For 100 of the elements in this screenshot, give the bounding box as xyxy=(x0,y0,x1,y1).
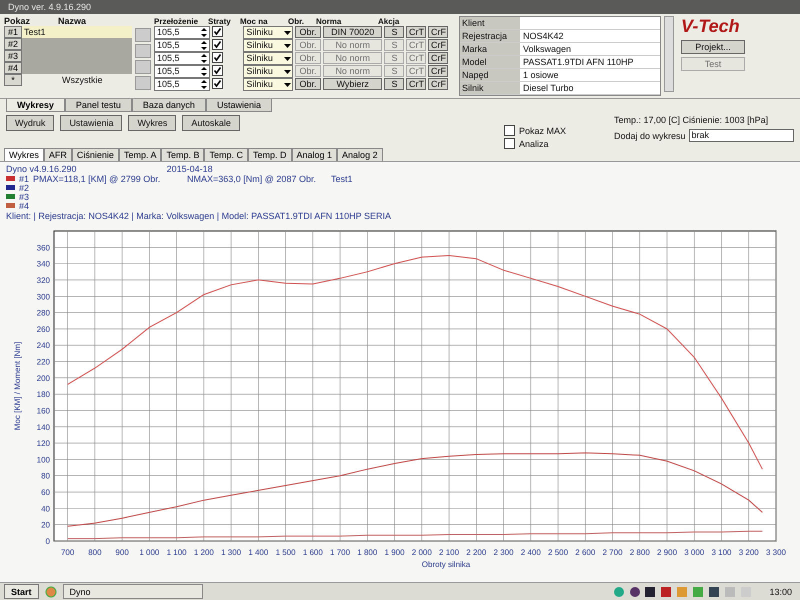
rpm-button[interactable]: Obr. xyxy=(295,52,321,64)
field-value[interactable]: NOS4K42 xyxy=(520,30,660,42)
action-button[interactable]: CrT xyxy=(406,78,426,90)
chart-tab[interactable]: Analog 1 xyxy=(292,148,338,161)
action-button[interactable]: S xyxy=(384,39,404,51)
power-at-dropdown[interactable]: Silniku xyxy=(243,78,294,90)
toolbar-button[interactable]: Autoskale xyxy=(182,115,240,131)
test-number-button[interactable]: #3 xyxy=(4,50,22,62)
legend-label: #4 xyxy=(19,200,30,210)
x-tick-label: 2 700 xyxy=(602,548,623,557)
main-tab[interactable]: Baza danych xyxy=(132,99,206,112)
x-tick-label: 3 000 xyxy=(684,548,704,557)
action-button[interactable]: CrF xyxy=(428,39,448,51)
chart-tab[interactable]: Ciśnienie xyxy=(72,148,119,161)
norm-button[interactable]: No norm xyxy=(322,39,382,51)
rpm-button[interactable]: Obr. xyxy=(295,39,321,51)
main-tab[interactable]: Panel testu xyxy=(64,99,132,112)
losses-checkbox[interactable] xyxy=(212,78,223,89)
field-value[interactable]: Diesel Turbo xyxy=(520,82,660,94)
x-tick-label: 1 200 xyxy=(194,548,214,557)
add-to-chart-field[interactable]: brak xyxy=(688,129,794,142)
chart-tab[interactable]: Wykres xyxy=(4,148,44,161)
field-label: Napęd xyxy=(460,69,520,81)
x-tick-label: 1 000 xyxy=(139,548,160,557)
action-button[interactable]: CrF xyxy=(428,78,448,90)
x-tick-label: 1 100 xyxy=(166,548,187,557)
norm-button[interactable]: DIN 70020 xyxy=(322,26,382,38)
ratio-spinbox[interactable]: 105,5 xyxy=(154,64,210,78)
spin-arrows-icon[interactable] xyxy=(198,52,209,64)
chart-tab[interactable]: Temp. D xyxy=(248,148,292,161)
test-name-cell[interactable]: Test1 xyxy=(22,26,132,38)
field-value[interactable]: PASSAT1.9TDI AFN 110HP xyxy=(520,56,660,68)
option-checkbox[interactable] xyxy=(504,125,515,136)
all-tests-button[interactable]: * xyxy=(4,74,22,86)
side-button[interactable]: Projekt... xyxy=(681,40,745,54)
power-at-dropdown[interactable]: Silniku xyxy=(243,26,294,38)
losses-checkbox[interactable] xyxy=(212,39,223,50)
action-button[interactable]: CrT xyxy=(406,52,426,64)
option-checkbox[interactable] xyxy=(504,138,515,149)
scrollbar[interactable] xyxy=(664,16,674,92)
test-name-cell[interactable] xyxy=(22,38,132,50)
norm-button[interactable]: No norm xyxy=(322,65,382,77)
x-tick-label: 2 000 xyxy=(412,548,432,557)
action-button[interactable]: S xyxy=(384,26,404,38)
chart-tab[interactable]: AFR xyxy=(44,148,72,161)
norm-button[interactable]: Wybierz xyxy=(322,78,382,90)
action-button[interactable]: CrF xyxy=(428,26,448,38)
action-button[interactable]: CrT xyxy=(406,26,426,38)
field-value[interactable]: Volkswagen xyxy=(520,43,660,55)
toolbar-button[interactable]: Wykres xyxy=(128,115,176,131)
chart-tab[interactable]: Temp. B xyxy=(161,148,204,161)
x-tick-label: 2 100 xyxy=(439,548,460,557)
action-button[interactable]: CrF xyxy=(428,52,448,64)
start-button[interactable]: Start xyxy=(4,584,39,599)
action-button[interactable]: S xyxy=(384,52,404,64)
spin-arrows-icon[interactable] xyxy=(198,40,209,50)
rpm-button[interactable]: Obr. xyxy=(295,78,321,90)
spin-arrows-icon[interactable] xyxy=(198,78,209,90)
chart-tab[interactable]: Temp. C xyxy=(204,148,248,161)
test-number-button[interactable]: #4 xyxy=(4,62,22,74)
toolbar-button[interactable]: Wydruk xyxy=(6,115,54,131)
main-tab[interactable]: Ustawienia xyxy=(206,99,272,112)
losses-checkbox[interactable] xyxy=(212,52,223,63)
test-number-button[interactable]: #1 xyxy=(4,26,22,38)
norm-button[interactable]: No norm xyxy=(322,52,382,64)
side-button[interactable]: Test xyxy=(681,57,745,71)
main-tab[interactable]: Wykresy xyxy=(6,99,65,112)
losses-checkbox[interactable] xyxy=(212,26,223,37)
action-button[interactable]: CrF xyxy=(428,65,448,77)
rpm-button[interactable]: Obr. xyxy=(295,65,321,77)
action-button[interactable]: CrT xyxy=(406,65,426,77)
toolbar-button[interactable]: Ustawienia xyxy=(60,115,122,131)
x-tick-label: 1 800 xyxy=(357,548,378,557)
x-tick-label: 700 xyxy=(60,548,74,557)
test-name-cell[interactable] xyxy=(22,62,132,74)
date-text: 2015-04-18 xyxy=(166,164,213,174)
chart-tab[interactable]: Analog 2 xyxy=(337,148,383,161)
action-button[interactable]: CrT xyxy=(406,39,426,51)
ratio-spinbox[interactable]: 105,5 xyxy=(154,78,210,90)
field-value[interactable]: 1 osiowe xyxy=(520,69,660,81)
action-button[interactable]: S xyxy=(384,65,404,77)
action-button[interactable]: S xyxy=(384,78,404,90)
legend-label: #2 xyxy=(19,182,30,192)
power-at-dropdown[interactable]: Silniku xyxy=(243,64,294,78)
rpm-button[interactable]: Obr. xyxy=(295,26,321,38)
x-tick-label: 2 400 xyxy=(520,548,541,557)
chart-tab[interactable]: Temp. A xyxy=(118,148,162,161)
ratio-spinbox[interactable]: 105,5 xyxy=(154,26,210,38)
spin-arrows-icon[interactable] xyxy=(198,26,209,38)
x-tick-label: 3 100 xyxy=(712,548,732,557)
x-tick-label: 900 xyxy=(115,548,129,557)
test-number-button[interactable]: #2 xyxy=(4,38,22,50)
ratio-spinbox[interactable]: 105,5 xyxy=(154,38,210,52)
power-at-dropdown[interactable]: Silniku xyxy=(243,38,294,52)
x-tick-label: 2 300 xyxy=(494,548,514,557)
losses-checkbox[interactable] xyxy=(212,65,223,76)
spin-arrows-icon[interactable] xyxy=(198,66,209,76)
taskbar-window-button[interactable]: Dyno xyxy=(62,584,203,599)
ratio-spinbox[interactable]: 105,5 xyxy=(154,52,210,64)
power-at-dropdown[interactable]: Silniku xyxy=(243,52,294,64)
